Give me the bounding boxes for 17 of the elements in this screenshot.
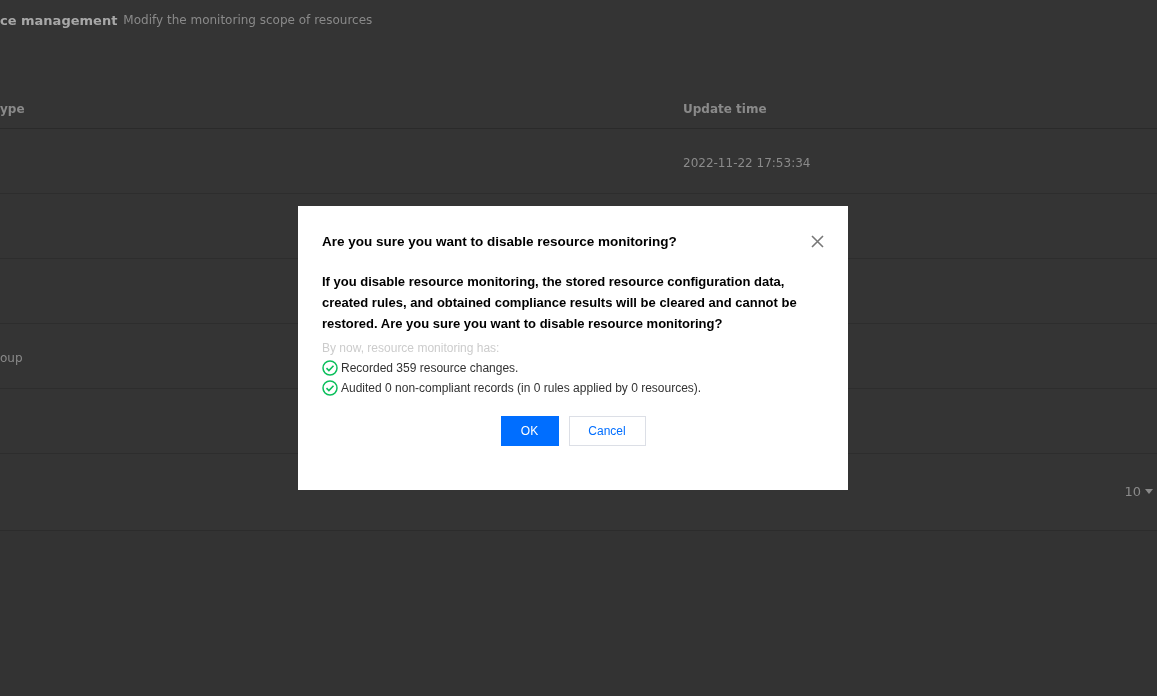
check-circle-icon	[322, 380, 338, 396]
table-cell: 2022-11-22 17:53:34	[683, 155, 811, 170]
dialog-title: Are you sure you want to disable resource monitoring?	[322, 234, 677, 249]
check-circle-icon	[322, 360, 338, 376]
dialog-message: If you disable resource monitoring, the stored resource configuration data, created rules, and obtained compliance results will be cleared and cannot be restored. Are you sure you want to disable resource monitoring?	[322, 273, 798, 333]
ok-button[interactable]: OK	[500, 416, 559, 446]
cancel-button[interactable]: Cancel	[568, 416, 646, 446]
summary-item: Audited 0 non-compliant records (in 0 rules applied by 0 resources).	[341, 380, 702, 397]
page-title: ce management	[0, 12, 118, 28]
column-header: ype	[0, 102, 26, 116]
caret-icon	[1145, 488, 1153, 495]
page-subtitle: Modify the monitoring scope of resources	[123, 13, 373, 27]
close-icon[interactable]	[811, 235, 824, 248]
summary-item: Recorded 359 resource changes.	[341, 360, 519, 377]
page-size-select[interactable]: 10	[1124, 484, 1153, 499]
table-cell: oup	[0, 350, 23, 365]
column-header: Update time	[683, 102, 768, 116]
